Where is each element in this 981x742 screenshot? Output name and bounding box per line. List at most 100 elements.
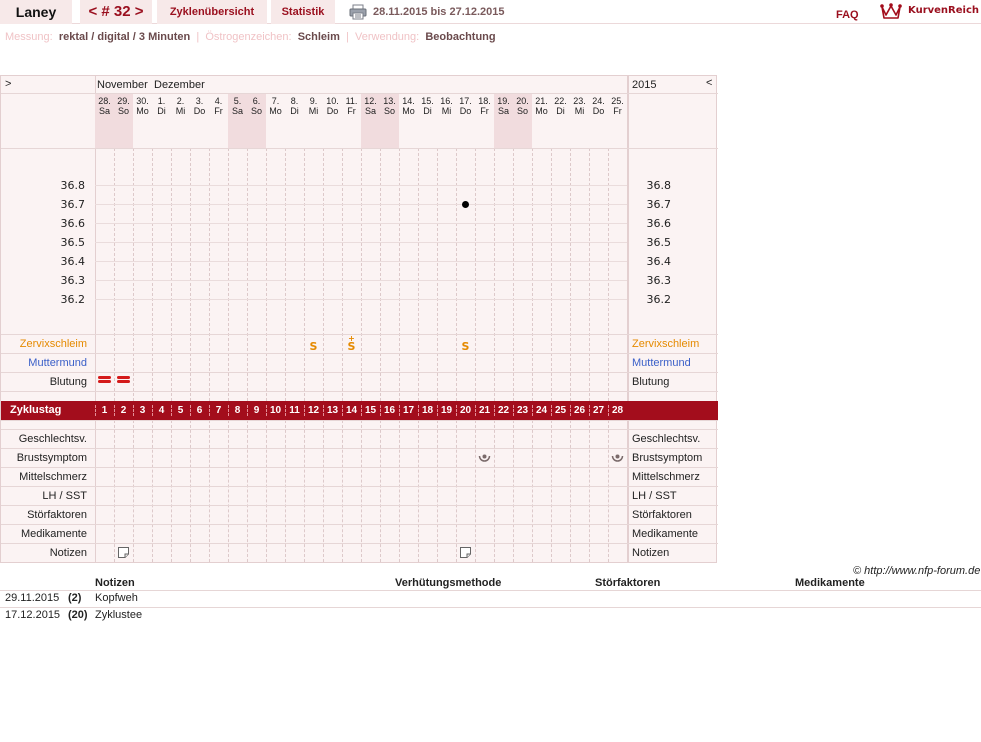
column-line	[171, 420, 172, 562]
grid-line	[1, 391, 718, 392]
tab-cycle-overview[interactable]: Zyklenübersicht	[157, 0, 267, 24]
day-header[interactable]: 1. Di	[152, 96, 171, 116]
day-weekday: Mi	[175, 106, 186, 116]
bleeding-mark[interactable]	[117, 375, 130, 384]
cycle-day-number: 15	[364, 405, 377, 416]
cycle-day-number: 16	[383, 405, 396, 416]
day-header[interactable]: 9. Mi	[304, 96, 323, 116]
temperature-point[interactable]	[462, 200, 469, 208]
day-weekday: Do	[459, 106, 472, 116]
day-date: 13.	[383, 96, 396, 106]
brand-name[interactable]: KurvenReich	[908, 0, 979, 22]
day-date: 11.	[345, 96, 358, 106]
day-header[interactable]: 5. Sa	[228, 96, 247, 116]
column-line	[589, 420, 590, 562]
day-header[interactable]: 16. Mi	[437, 96, 456, 116]
day-date: 18.	[478, 96, 491, 106]
day-header[interactable]: 17. Do	[456, 96, 475, 116]
chart-next-button[interactable]: <	[706, 77, 712, 89]
temperature-grid-line	[95, 223, 627, 224]
note-icon[interactable]	[460, 547, 471, 558]
day-header[interactable]: 4. Fr	[209, 96, 228, 116]
temperature-grid-line	[95, 204, 627, 205]
day-header[interactable]: 7. Mo	[266, 96, 285, 116]
day-date: 2.	[176, 96, 185, 106]
usage-value: Beobachtung	[425, 31, 496, 43]
temperature-grid-line	[95, 185, 627, 186]
day-header[interactable]: 20. So	[513, 96, 532, 116]
cervical-mucus-mark[interactable]: S	[304, 338, 323, 356]
day-weekday: Sa	[231, 106, 243, 116]
day-header[interactable]: 25. Fr	[608, 96, 627, 116]
measurement-value: rektal / digital / 3 Minuten	[58, 31, 191, 43]
note-icon[interactable]	[118, 547, 129, 558]
temp-label-left: 36.6	[60, 217, 86, 230]
day-header[interactable]: 15. Di	[418, 96, 437, 116]
temp-label-right: 36.8	[646, 179, 672, 192]
row-label-mittelschmerz: Mittelschmerz	[19, 471, 87, 483]
grid-line	[1, 448, 718, 449]
day-header[interactable]: 10. Do	[323, 96, 342, 116]
date-range: 28.11.2015 bis 27.12.2015	[373, 6, 505, 18]
grid-line	[1, 148, 718, 149]
day-weekday: Mi	[308, 106, 319, 116]
day-header[interactable]: 14. Mo	[399, 96, 418, 116]
column-line	[152, 420, 153, 562]
day-header[interactable]: 22. Di	[551, 96, 570, 116]
day-date: 25.	[611, 96, 624, 106]
cycle-day-number: 7	[215, 405, 222, 416]
day-header[interactable]: 23. Mi	[570, 96, 589, 116]
temp-label-left: 36.4	[60, 255, 86, 268]
bleeding-mark[interactable]	[98, 375, 111, 384]
day-header[interactable]: 30. Mo	[133, 96, 152, 116]
usage-label: Verwendung:	[355, 31, 420, 43]
day-weekday: Mo	[402, 106, 415, 116]
breast-symptom-icon[interactable]	[478, 451, 491, 464]
column-line	[380, 420, 381, 562]
cycle-day-bar: Zyklustag 1 2 3 4 5 6 7 8 9 10 11 12 13 14 15 16 17 18 19 2…	[1, 401, 718, 420]
cycle-day-label: Zyklustag	[10, 404, 62, 416]
column-line	[266, 420, 267, 562]
breast-symptom-icon[interactable]	[611, 451, 624, 464]
day-weekday: Fr	[613, 106, 622, 116]
day-header[interactable]: 18. Fr	[475, 96, 494, 116]
day-header[interactable]: 21. Mo	[532, 96, 551, 116]
cycle-navigator[interactable]: < # 32 >	[80, 0, 152, 24]
faq-link[interactable]: FAQ	[836, 3, 859, 27]
row-label-notes-right: Notizen	[632, 547, 670, 559]
row-label-cervix-right: Muttermund	[632, 357, 691, 369]
tab-statistics[interactable]: Statistik	[271, 0, 335, 24]
day-header[interactable]: 6. So	[247, 96, 266, 116]
day-weekday: Mo	[269, 106, 282, 116]
day-header[interactable]: 13. So	[380, 96, 399, 116]
day-header[interactable]: 8. Di	[285, 96, 304, 116]
cycle-day-number: 1	[101, 405, 108, 416]
user-name-tab[interactable]: Laney	[0, 0, 72, 24]
column-line	[418, 420, 419, 562]
temp-label-left: 36.5	[60, 236, 86, 249]
row-label-cervix: Muttermund	[28, 357, 87, 369]
day-weekday: So	[117, 106, 129, 116]
cervical-mucus-mark[interactable]: S	[456, 338, 475, 356]
day-header[interactable]: 12. Sa	[361, 96, 380, 116]
day-header[interactable]: 3. Do	[190, 96, 209, 116]
print-icon[interactable]	[349, 4, 367, 20]
column-line	[608, 420, 609, 562]
info-separator: |	[346, 31, 349, 43]
day-header[interactable]: 2. Mi	[171, 96, 190, 116]
day-date: 10.	[326, 96, 339, 106]
chart-prev-button[interactable]: >	[5, 78, 11, 90]
day-date: 23.	[573, 96, 586, 106]
day-date: 21.	[535, 96, 548, 106]
row-label-disturbances-right: Störfaktoren	[632, 509, 692, 521]
day-date: 8.	[290, 96, 299, 106]
day-header[interactable]: 28. Sa	[95, 96, 114, 116]
day-header[interactable]: 11. Fr	[342, 96, 361, 116]
grid-line	[1, 486, 718, 487]
day-header[interactable]: 29. So	[114, 96, 133, 116]
day-header[interactable]: 24. Do	[589, 96, 608, 116]
day-header[interactable]: 19. Sa	[494, 96, 513, 116]
cervical-mucus-mark[interactable]: + S	[342, 335, 361, 353]
day-date: 22.	[554, 96, 567, 106]
temp-label-right: 36.3	[646, 274, 672, 287]
